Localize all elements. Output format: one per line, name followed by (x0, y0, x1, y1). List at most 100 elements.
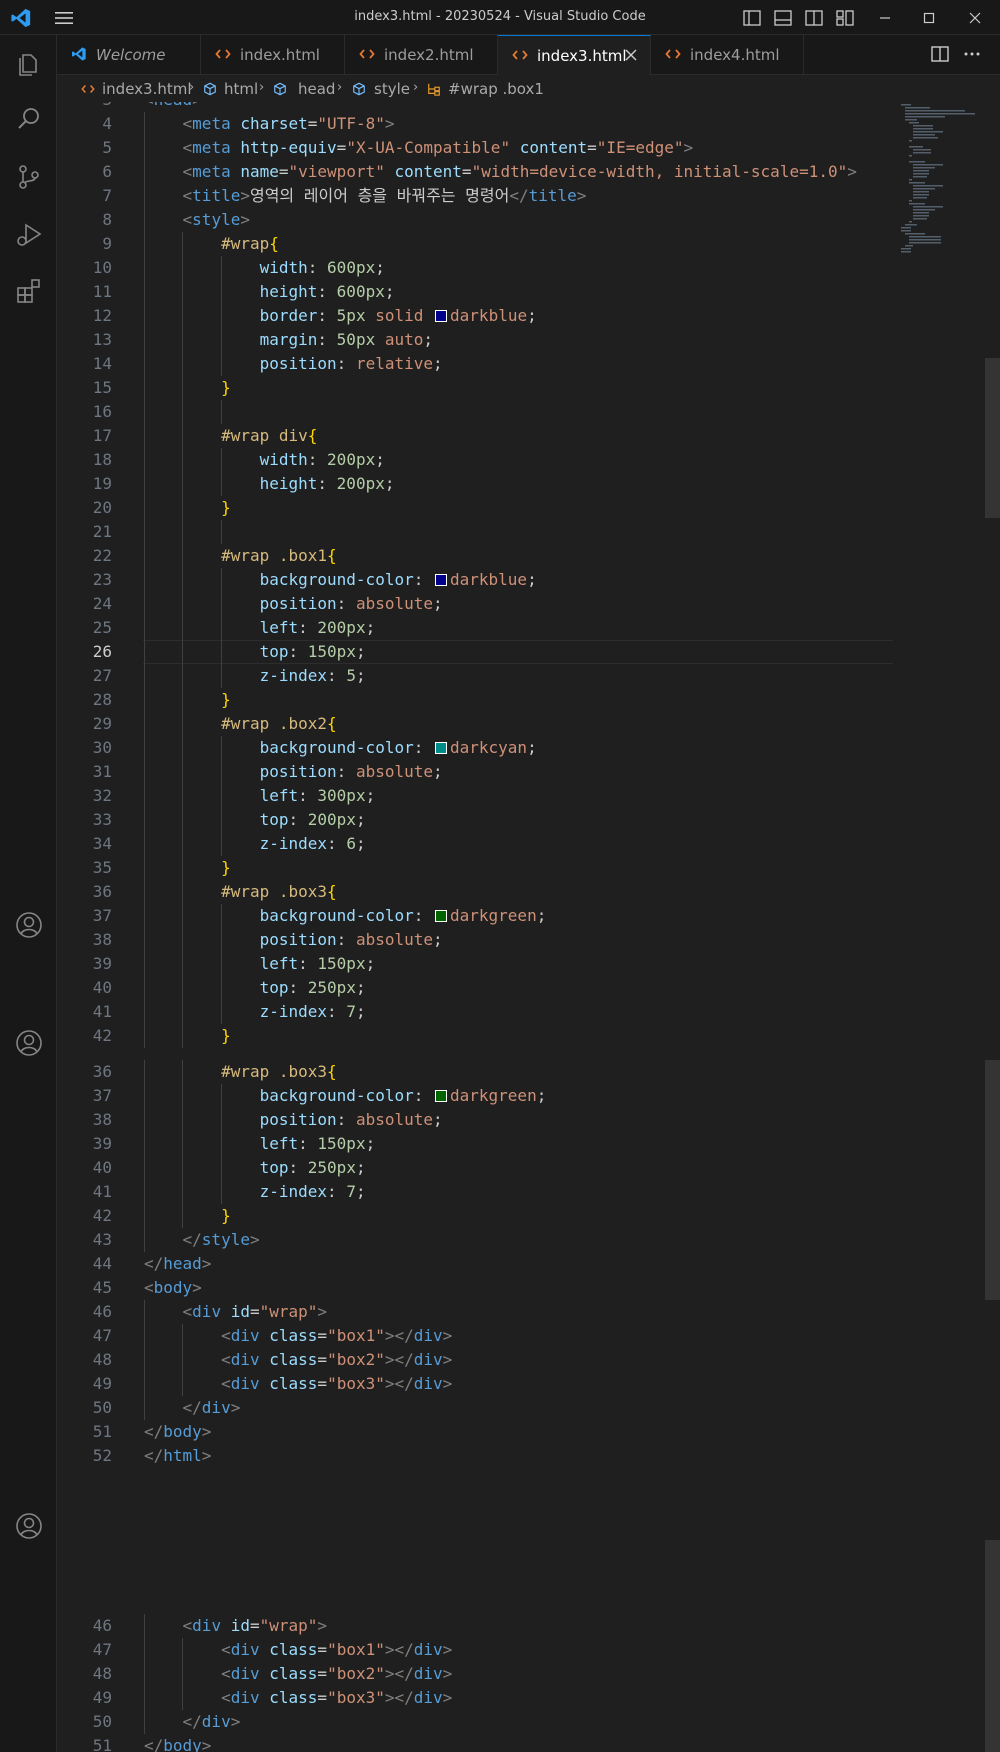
code-line[interactable]: 43 </style> (57, 1228, 893, 1252)
breadcrumb-html[interactable]: html (224, 80, 258, 98)
code-text: top: 150px; (259, 642, 366, 661)
close-tab-icon[interactable] (624, 48, 638, 62)
code-text: </html> (144, 1446, 212, 1465)
explorer-icon[interactable] (14, 48, 44, 78)
line-number: 31 (92, 762, 112, 781)
source-control-icon[interactable] (14, 162, 44, 192)
tab-label: index4.html (690, 46, 780, 64)
tab-index2-html[interactable]: index2.html (345, 35, 498, 75)
breadcrumb-head[interactable]: head (298, 80, 335, 98)
extensions-icon[interactable] (14, 276, 44, 306)
accounts-icon[interactable] (14, 1028, 44, 1058)
line-number: 40 (92, 1158, 112, 1177)
code-line[interactable]: 8 <style> (57, 208, 893, 232)
color-swatch[interactable] (435, 310, 448, 322)
indent-guide (182, 1060, 184, 1228)
code-line[interactable]: 50 </div> (57, 1396, 893, 1420)
code-text: <meta name="viewport" content="width=dev… (182, 162, 857, 181)
code-line[interactable]: 50 </div> (57, 1710, 893, 1734)
code-line[interactable]: 6 <meta name="viewport" content="width=d… (57, 160, 893, 184)
code-text: #wrap div{ (221, 426, 318, 445)
code-line[interactable]: 44 </head> (57, 1252, 893, 1276)
code-line[interactable]: 45 <body> (57, 1276, 893, 1300)
code-text: </div> (182, 1712, 241, 1731)
code-text: z-index: 6; (259, 834, 366, 853)
line-number: 7 (102, 186, 112, 205)
color-swatch[interactable] (435, 910, 447, 922)
line-number: 36 (92, 1062, 112, 1081)
code-line[interactable]: 7 <title>영역의 레이어 층을 바꿔주는 명령어</title> (57, 184, 893, 208)
editor-pane-top[interactable]: 3<head>4 <meta charset="UTF-8">5 <meta h… (57, 102, 893, 1060)
line-number: 44 (92, 1254, 112, 1273)
customize-layout-icon[interactable] (834, 7, 856, 29)
line-number: 23 (92, 570, 112, 589)
code-text: left: 200px; (259, 618, 376, 637)
code-text: border: 5px solid darkblue; (259, 306, 537, 325)
code-line[interactable]: 5 <meta http-equiv="X-UA-Compatible" con… (57, 136, 893, 160)
accounts-icon[interactable] (14, 910, 44, 940)
html-file-icon (665, 49, 681, 59)
color-swatch[interactable] (435, 1090, 447, 1102)
code-text: top: 250px; (259, 978, 366, 997)
accounts-icon[interactable] (14, 1511, 44, 1541)
search-icon[interactable] (14, 104, 44, 134)
breadcrumb-file[interactable]: index3.html (102, 80, 192, 98)
code-text: top: 200px; (259, 810, 366, 829)
code-text: #wrap .box3{ (221, 882, 337, 901)
toggle-primary-sidebar-icon[interactable] (741, 7, 763, 29)
tab-index4-html[interactable]: index4.html (651, 35, 804, 75)
code-line[interactable]: 4 <meta charset="UTF-8"> (57, 112, 893, 136)
minimap[interactable] (893, 102, 1000, 1752)
indent-guide (220, 448, 222, 496)
color-swatch[interactable] (435, 574, 447, 586)
tab-welcome[interactable]: Welcome (57, 35, 201, 75)
code-text: <meta charset="UTF-8"> (182, 114, 395, 133)
code-text: } (221, 1026, 231, 1045)
line-number: 30 (92, 738, 112, 757)
line-number: 5 (102, 138, 112, 157)
more-actions-icon[interactable] (961, 43, 983, 65)
chevron-right-icon: › (413, 80, 419, 95)
toggle-secondary-sidebar-icon[interactable] (803, 7, 825, 29)
tab-label: index2.html (384, 46, 474, 64)
color-swatch[interactable] (435, 742, 447, 754)
minimize-icon[interactable] (874, 7, 896, 29)
hamburger-menu-icon[interactable] (54, 9, 74, 27)
scrollbar-thumb[interactable] (985, 1060, 1000, 1300)
tab-index3-html[interactable]: index3.html (498, 35, 651, 75)
tab-index-html[interactable]: index.html (201, 35, 345, 75)
code-line[interactable]: 46 <div id="wrap"> (57, 1614, 893, 1638)
code-line[interactable]: 3 <head> (57, 102, 893, 112)
split-editor-icon[interactable] (929, 43, 951, 65)
code-line[interactable]: 51 </body> (57, 1734, 893, 1752)
code-text: <div class="box3"></div> (221, 1374, 453, 1393)
breadcrumb-style[interactable]: style (374, 80, 410, 98)
toggle-panel-icon[interactable] (772, 7, 794, 29)
scrollbar-thumb[interactable] (985, 358, 1000, 518)
code-text: background-color: darkblue; (259, 570, 537, 589)
line-number: 48 (92, 1350, 112, 1369)
code-line[interactable]: 51 </body> (57, 1420, 893, 1444)
scrollbar-thumb[interactable] (985, 1540, 1000, 1752)
line-number: 29 (92, 714, 112, 733)
line-number: 14 (92, 354, 112, 373)
code-text: left: 300px; (259, 786, 376, 805)
code-editor[interactable]: 3<head>4 <meta charset="UTF-8">5 <meta h… (57, 102, 1000, 1752)
html-file-icon (512, 50, 528, 60)
code-line[interactable]: 52 </html> (57, 1444, 893, 1468)
breadcrumb-selector[interactable]: #wrap .box1 (448, 80, 544, 98)
close-window-icon[interactable] (964, 7, 986, 29)
vscode-logo-icon[interactable] (10, 7, 32, 29)
editor-pane-middle[interactable]: 36 #wrap .box3{37 background-color: dark… (57, 1060, 893, 1590)
run-debug-icon[interactable] (14, 219, 44, 249)
code-text: </div> (182, 1398, 241, 1417)
code-text: <div id="wrap"> (182, 1302, 328, 1321)
editor-pane-bottom[interactable]: 46 <div id="wrap"> 47 <div class="box1"><… (57, 1614, 893, 1752)
code-text: } (221, 690, 231, 709)
code-line[interactable]: 46 <div id="wrap"> (57, 1300, 893, 1324)
element-icon (204, 82, 216, 96)
vertical-scrollbar[interactable] (985, 102, 1000, 1752)
maximize-icon[interactable] (918, 7, 940, 29)
element-icon (274, 82, 286, 96)
code-text: position: relative; (259, 354, 443, 373)
